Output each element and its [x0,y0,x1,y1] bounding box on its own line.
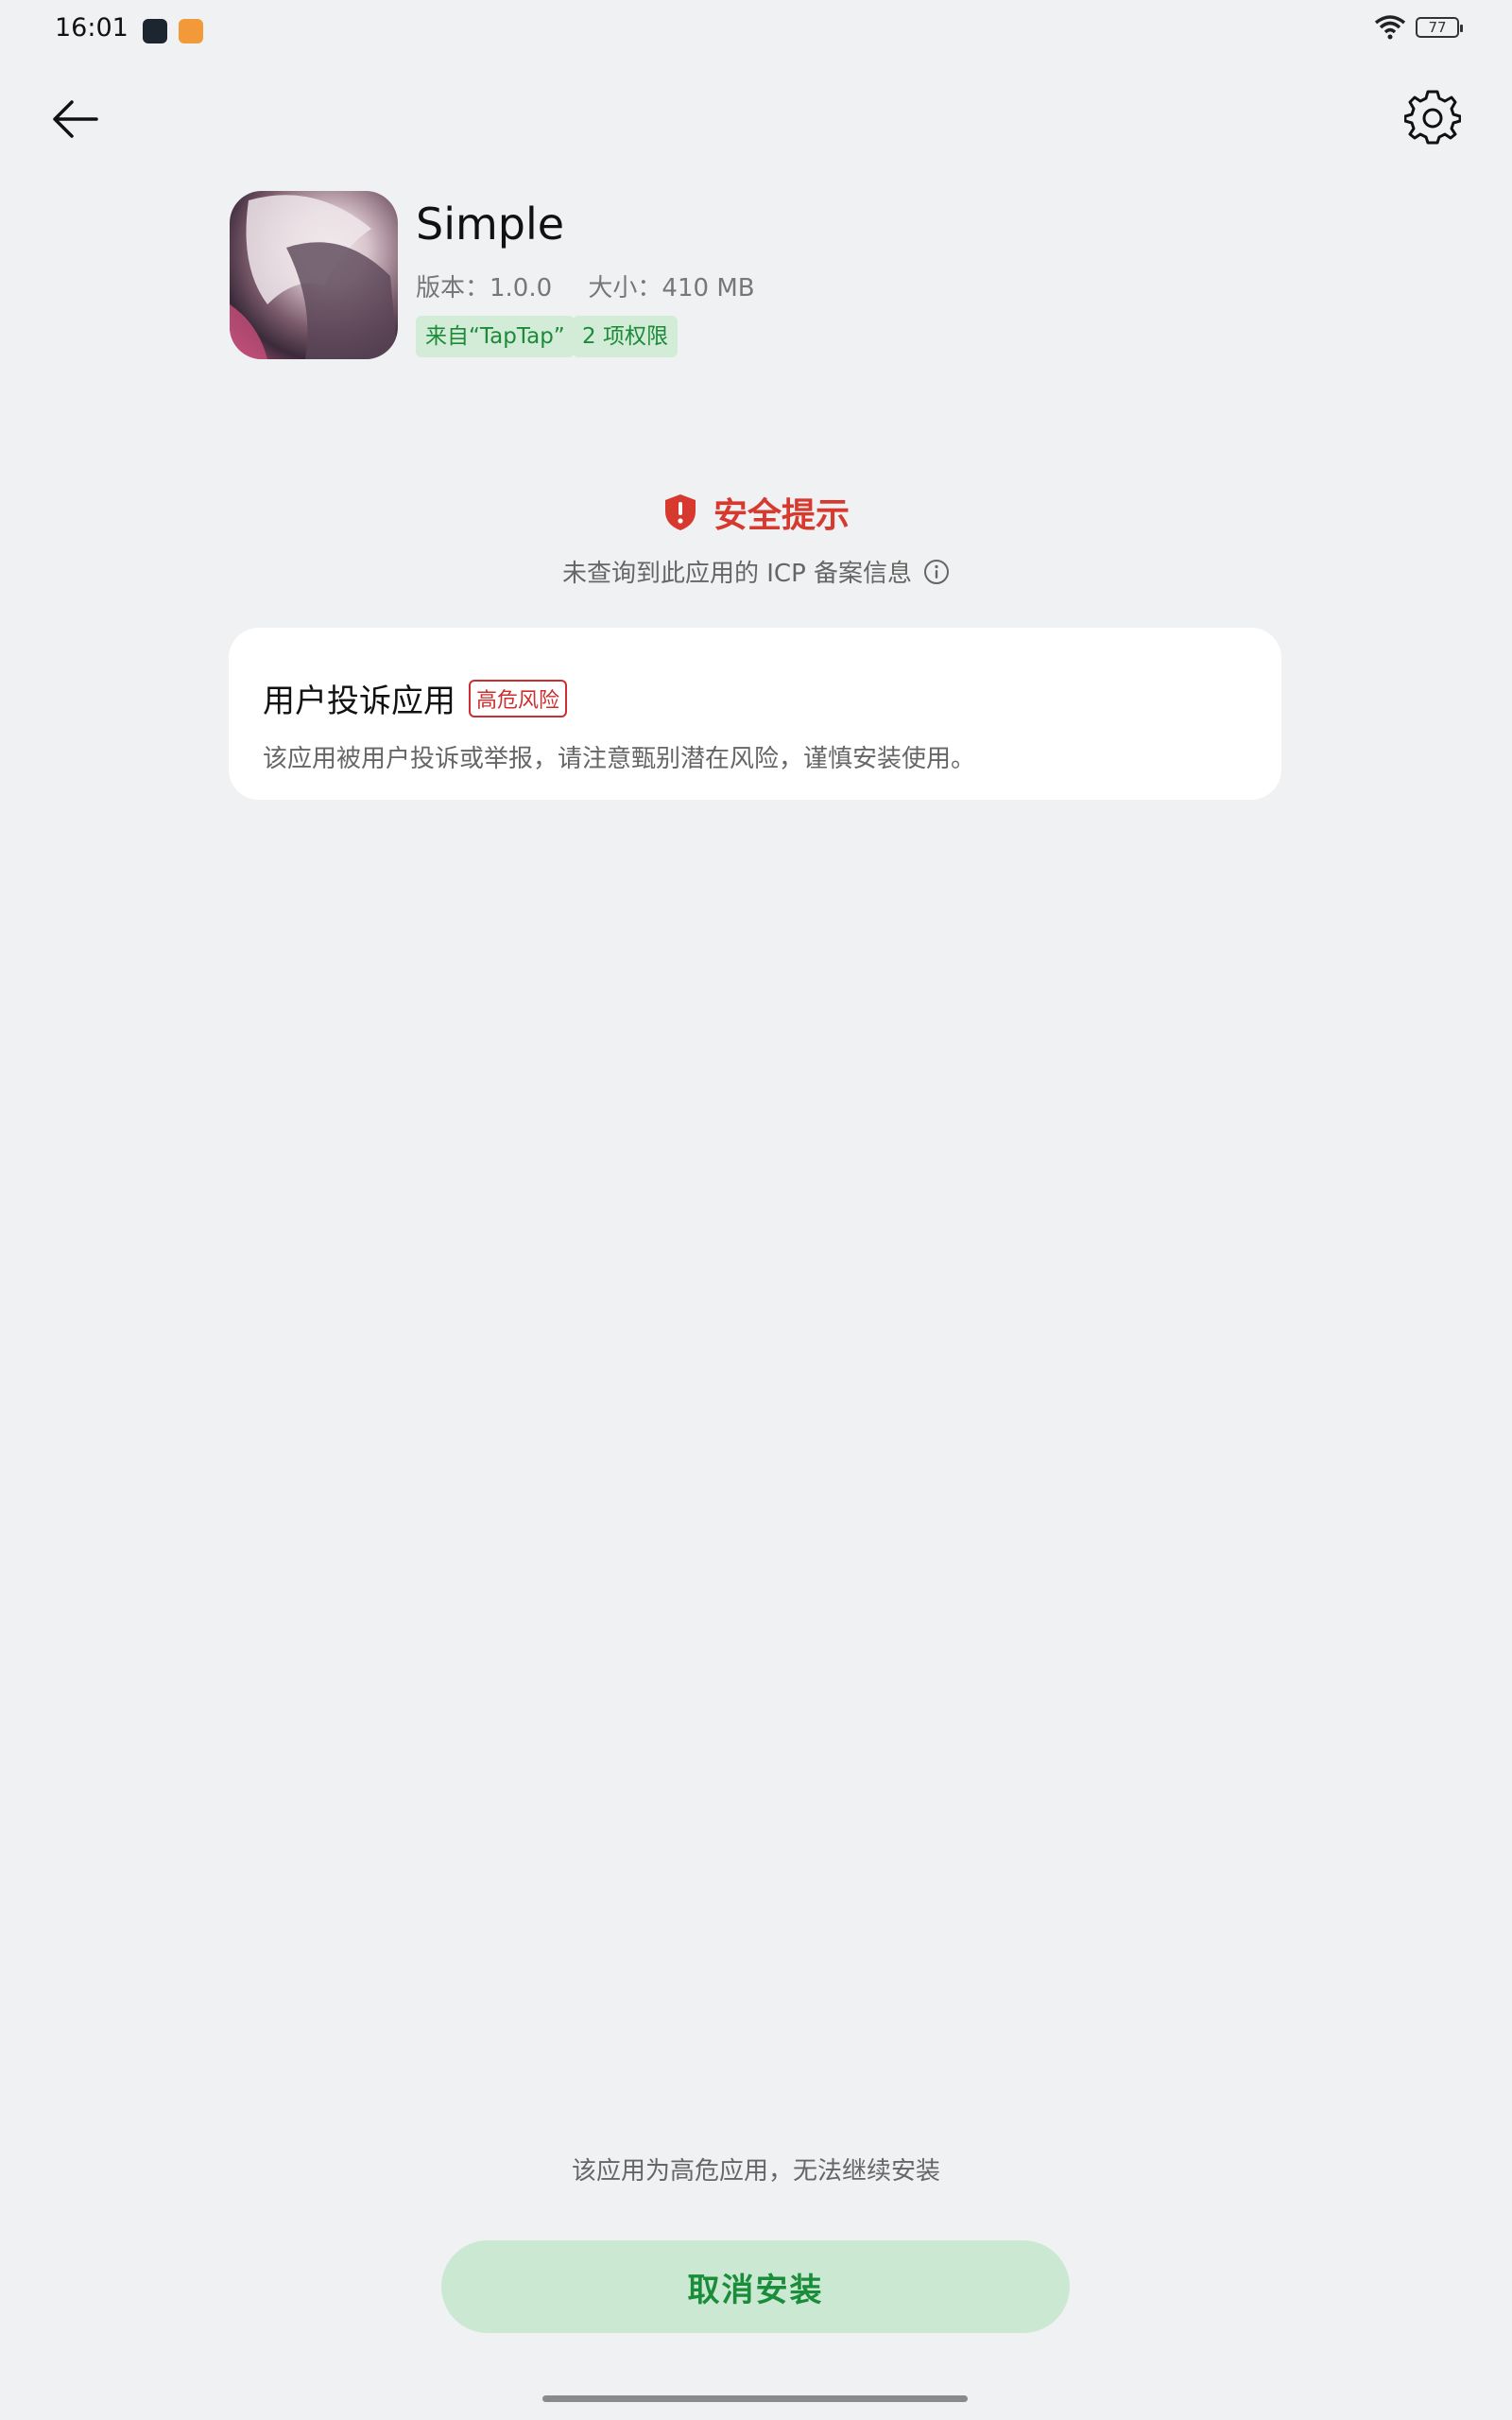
app-notification-icon [143,19,167,43]
security-title: 安全提示 [713,496,850,535]
security-header: 安全提示 [0,488,1512,537]
status-time: 16:01 [55,13,129,43]
battery-icon: 77 [1416,17,1463,38]
risk-title-row: 用户投诉应用 高危风险 [263,675,568,721]
app-version: 版本：1.0.0 [416,274,553,302]
icp-notice: 未查询到此应用的 ICP 备案信息 [0,554,1512,589]
app-meta: 版本：1.0.0 大小：410 MB [416,268,783,303]
shield-alert-icon [664,494,696,530]
info-icon[interactable] [923,559,950,585]
wifi-icon [1374,15,1406,40]
video-app-notification-icon [179,19,203,43]
install-blocked-note: 该应用为高危应用，无法继续安装 [571,2157,940,2186]
risk-badge: 高危风险 [469,679,568,717]
back-button[interactable] [49,93,102,146]
app-size: 大小：410 MB [588,274,755,302]
cancel-install-button[interactable]: 取消安装 [441,2240,1070,2333]
risk-card: 用户投诉应用 高危风险 该应用被用户投诉或举报，请注意甄别潜在风险，谨慎安装使用… [229,628,1281,800]
app-name: Simple [416,199,565,250]
arrow-left-icon [53,100,98,138]
home-indicator[interactable] [542,2395,968,2402]
risk-title: 用户投诉应用 [263,683,455,720]
risk-description: 该应用被用户投诉或举报，请注意甄别潜在风险，谨慎安装使用。 [263,745,976,773]
permissions-tag[interactable]: 2 项权限 [573,316,678,357]
app-icon [230,191,398,359]
status-indicators: 77 [1374,15,1463,40]
battery-level: 77 [1428,19,1447,36]
gear-icon [1403,90,1462,145]
source-tag[interactable]: 来自“TapTap” [416,316,575,357]
icp-notice-text: 未查询到此应用的 ICP 备案信息 [561,560,913,588]
settings-button[interactable] [1403,89,1462,146]
